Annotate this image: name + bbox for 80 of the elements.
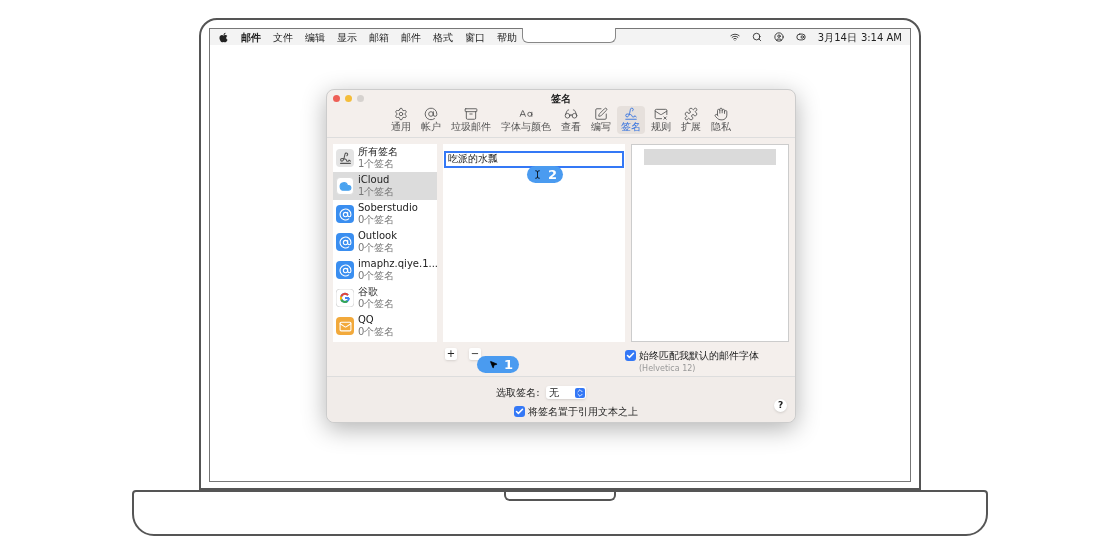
toolbar-tab[interactable]: 隐私 xyxy=(707,106,735,134)
toolbar-tab[interactable]: 字体与颜色 xyxy=(497,106,555,134)
account-item[interactable]: QQ 0个签名 xyxy=(333,312,437,340)
toolbar-tab[interactable]: 签名 xyxy=(617,106,645,134)
step-number: 1 xyxy=(503,358,513,371)
account-item[interactable]: Soberstudio 0个签名 xyxy=(333,200,437,228)
account-name: iCloud xyxy=(358,174,391,186)
gear-icon xyxy=(394,107,408,121)
menu-item[interactable]: 帮助 xyxy=(497,29,517,45)
user-icon[interactable] xyxy=(773,32,784,42)
signature-count: 0个签名 xyxy=(358,214,396,226)
toolbar-tab[interactable]: 规则 xyxy=(647,106,675,134)
signature-icon xyxy=(336,149,354,167)
add-button[interactable]: + xyxy=(445,348,457,360)
hand-icon xyxy=(714,107,728,121)
signature-icon xyxy=(624,107,638,121)
apple-icon[interactable] xyxy=(218,31,229,43)
pointer-icon xyxy=(488,360,498,369)
signature-count: 0个签名 xyxy=(358,242,396,254)
search-icon[interactable] xyxy=(751,32,762,42)
signature-popup[interactable]: 无 xyxy=(545,386,586,399)
account-item[interactable]: 谷歌 0个签名 xyxy=(333,284,437,312)
wifi-icon[interactable] xyxy=(729,32,740,42)
at-sign-icon xyxy=(336,261,354,279)
account-name: 谷歌 xyxy=(358,286,379,298)
envelope-icon xyxy=(654,107,668,121)
menu-time[interactable]: 3:14 AM xyxy=(860,29,902,45)
account-name: QQ xyxy=(358,314,375,326)
toolbar-tab[interactable]: 垃圾邮件 xyxy=(447,106,495,134)
remove-button[interactable]: − xyxy=(469,348,481,360)
signature-count: 0个签名 xyxy=(358,270,396,282)
signature-name-field[interactable]: 吃派的水瓢 xyxy=(444,150,624,168)
account-name: Soberstudio xyxy=(358,202,418,214)
step-number: 2 xyxy=(547,168,557,181)
field-label: 选取签名: xyxy=(496,386,540,400)
puzzle-icon xyxy=(684,107,698,121)
signature-count: 0个签名 xyxy=(358,326,395,338)
close-button[interactable] xyxy=(333,94,340,102)
toolbar-tab[interactable]: 编写 xyxy=(587,106,615,134)
at-sign-icon xyxy=(424,107,438,121)
cloud-icon xyxy=(336,177,354,195)
account-item[interactable]: 所有签名 1个签名 xyxy=(333,144,437,172)
font-note: (Helvetica 12) xyxy=(638,363,697,375)
account-item[interactable]: iCloud 1个签名 xyxy=(333,172,437,200)
menu-item[interactable]: 邮箱 xyxy=(369,29,389,45)
help-button[interactable]: ? xyxy=(774,399,787,412)
toolbar-tab[interactable]: 通用 xyxy=(387,106,415,134)
control-center-icon[interactable] xyxy=(795,32,806,42)
menu-item[interactable]: 格式 xyxy=(433,29,453,45)
menu-item[interactable]: 窗口 xyxy=(465,29,485,45)
google-icon xyxy=(336,289,354,307)
envelope-icon xyxy=(336,317,354,335)
tray-icon xyxy=(464,107,478,121)
menu-item[interactable]: 文件 xyxy=(273,29,293,45)
account-item[interactable]: Outlook 0个签名 xyxy=(333,228,437,256)
window-title: 签名 xyxy=(551,91,571,106)
account-name: Outlook xyxy=(358,230,397,242)
signature-count: 1个签名 xyxy=(358,186,395,198)
menu-item[interactable]: 编辑 xyxy=(305,29,325,45)
menu-date[interactable]: 3月14日 xyxy=(817,29,857,45)
pencil-square-icon xyxy=(594,107,608,121)
checkbox[interactable] xyxy=(514,406,525,417)
at-sign-icon xyxy=(336,205,354,223)
account-name: 所有签名 xyxy=(358,146,398,158)
menu-item[interactable]: 邮件 xyxy=(401,29,421,45)
toolbar-tab[interactable]: 帐户 xyxy=(417,106,445,134)
menu-item[interactable]: 邮件 xyxy=(241,29,261,45)
menu-item[interactable]: 显示 xyxy=(337,29,357,45)
account-item[interactable]: imaphz.qiye.1... 0个签名 xyxy=(333,256,437,284)
toolbar-tab[interactable]: 扩展 xyxy=(677,106,705,134)
signature-count: 0个签名 xyxy=(358,298,395,310)
glasses-icon xyxy=(564,107,578,121)
at-sign-icon xyxy=(336,233,354,251)
text-cursor-icon xyxy=(532,170,542,179)
checkbox[interactable] xyxy=(625,350,636,361)
checkbox-label: 始终匹配我默认的邮件字体 xyxy=(639,349,759,363)
checkbox-label: 将签名置于引用文本之上 xyxy=(528,405,638,419)
signature-count: 1个签名 xyxy=(358,158,396,170)
toolbar-tab[interactable]: 查看 xyxy=(557,106,585,134)
stepper-icon xyxy=(574,387,585,398)
